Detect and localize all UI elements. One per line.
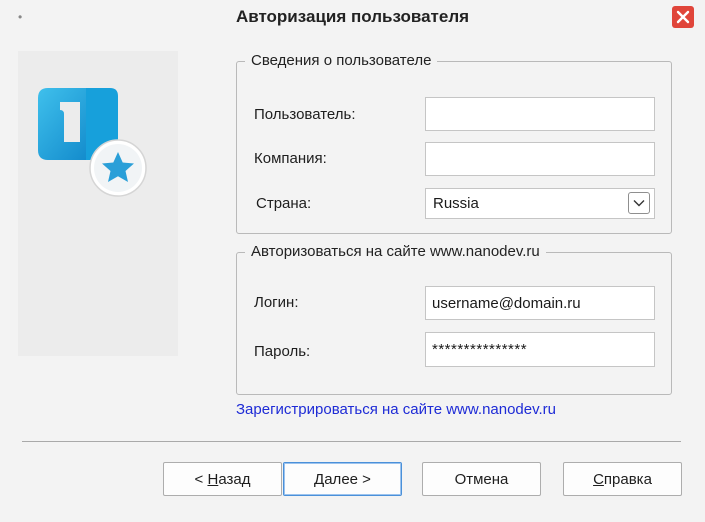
back-prefix: <	[194, 470, 208, 488]
user-info-legend: Сведения о пользователе	[245, 52, 438, 69]
window-title: Авторизация пользователя	[235, 7, 470, 26]
user-label: Пользователь:	[254, 106, 356, 123]
close-button[interactable]	[672, 6, 694, 28]
help-rest: правка	[603, 470, 652, 488]
footer-separator	[22, 441, 681, 442]
login-label: Логин:	[254, 294, 299, 311]
back-rest: азад	[218, 470, 251, 488]
site-auth-group: Авторизоваться на сайте www.nanodev.ru	[236, 243, 672, 395]
cancel-button[interactable]: Отмена	[422, 462, 541, 496]
register-link[interactable]: Зарегистрироваться на сайте www.nanodev.…	[236, 401, 556, 418]
country-select[interactable]: Russia	[425, 188, 655, 219]
country-value: Russia	[433, 195, 479, 212]
next-rest: алее >	[324, 470, 371, 488]
password-label: Пароль:	[254, 343, 311, 360]
chevron-down-icon	[633, 200, 645, 207]
company-label: Компания:	[254, 150, 327, 167]
title-bar: • Авторизация пользователя	[0, 0, 705, 36]
password-mask: ***************	[432, 341, 528, 358]
help-button[interactable]: Справка	[563, 462, 682, 496]
password-field[interactable]: ***************	[425, 332, 655, 367]
site-auth-legend: Авторизоваться на сайте www.nanodev.ru	[245, 243, 546, 260]
dropdown-button[interactable]	[628, 192, 650, 214]
back-button[interactable]: < Назад	[163, 462, 282, 496]
app-logo-icon	[38, 88, 147, 197]
country-label: Страна:	[256, 195, 312, 212]
user-field[interactable]	[425, 97, 655, 131]
cancel-label: Отмена	[454, 470, 509, 488]
company-field[interactable]	[425, 142, 655, 176]
next-mnemonic: Д	[314, 470, 325, 488]
close-icon	[676, 10, 690, 24]
login-field[interactable]	[425, 286, 655, 320]
help-mnemonic: С	[593, 470, 604, 488]
next-button[interactable]: Далее >	[283, 462, 402, 496]
back-mnemonic: Н	[207, 470, 219, 488]
